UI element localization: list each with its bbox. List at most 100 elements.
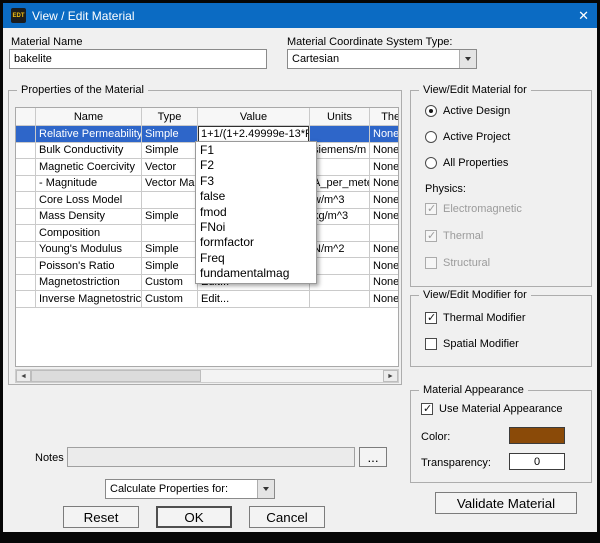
scrollbar-track[interactable] [201, 370, 383, 382]
property-name-cell[interactable]: Magnetic Coercivity [36, 159, 142, 176]
property-name-cell[interactable]: Relative Permeability [36, 126, 142, 143]
header-thermal[interactable]: Ther [370, 108, 398, 126]
row-selector[interactable] [16, 159, 36, 176]
notes-browse-button[interactable]: ... [359, 447, 387, 467]
property-value-cell[interactable]: Edit... [198, 291, 310, 308]
chevron-down-icon[interactable] [257, 480, 274, 498]
row-selector[interactable] [16, 274, 36, 291]
property-thermal-cell[interactable]: None [370, 258, 398, 275]
property-units-cell[interactable]: siemens/m [310, 142, 370, 159]
property-units-cell[interactable]: kg/m^3 [310, 208, 370, 225]
material-name-label: Material Name [11, 36, 83, 48]
checkbox-icon [425, 229, 437, 242]
property-name-cell[interactable]: Bulk Conductivity [36, 142, 142, 159]
coordinate-system-value: Cartesian [292, 53, 340, 65]
property-units-cell[interactable] [310, 126, 370, 143]
autocomplete-item[interactable]: F1 [196, 143, 316, 158]
autocomplete-item[interactable]: false [196, 189, 316, 204]
property-name-cell[interactable]: Composition [36, 225, 142, 242]
row-selector[interactable] [16, 126, 36, 143]
checkbox-use-material-appearance[interactable]: Use Material Appearance [421, 402, 563, 415]
color-swatch-button[interactable] [509, 427, 565, 444]
property-type-cell[interactable]: Simple [142, 258, 198, 275]
property-type-cell[interactable]: Custom [142, 274, 198, 291]
autocomplete-item[interactable]: Freq [196, 251, 316, 266]
property-type-cell[interactable]: Vector Mag [142, 175, 198, 192]
value-edit-input[interactable]: 1+1/(1+2.49999e-13*F [198, 126, 309, 142]
checkbox-thermal-modifier[interactable]: Thermal Modifier [425, 311, 526, 324]
property-units-cell[interactable] [310, 159, 370, 176]
property-units-cell[interactable] [310, 274, 370, 291]
horizontal-scrollbar[interactable]: ◄ ► [15, 369, 399, 383]
radio-active-design[interactable]: Active Design [425, 105, 510, 117]
property-thermal-cell[interactable]: None [370, 242, 398, 258]
calculate-properties-select[interactable]: Calculate Properties for: [105, 479, 275, 499]
checkbox-spatial-modifier[interactable]: Spatial Modifier [425, 338, 519, 350]
ok-button[interactable]: OK [156, 506, 232, 528]
property-units-cell[interactable] [310, 258, 370, 275]
property-thermal-cell[interactable]: None [370, 143, 398, 159]
row-selector[interactable] [16, 175, 36, 192]
property-type-cell[interactable]: Simple [142, 126, 198, 143]
validate-material-button[interactable]: Validate Material [435, 492, 577, 514]
coordinate-system-select[interactable]: Cartesian [287, 49, 477, 69]
property-type-cell[interactable]: Simple [142, 142, 198, 159]
row-selector[interactable] [16, 258, 36, 275]
autocomplete-item[interactable]: F2 [196, 158, 316, 173]
scroll-left-icon[interactable]: ◄ [16, 370, 31, 382]
radio-all-properties[interactable]: All Properties [425, 157, 508, 169]
property-thermal-cell[interactable]: None [370, 275, 398, 291]
header-type[interactable]: Type [142, 108, 198, 126]
property-type-cell[interactable]: Vector [142, 159, 198, 176]
autocomplete-item[interactable]: fmod [196, 205, 316, 220]
row-selector[interactable] [16, 192, 36, 209]
property-type-cell[interactable] [142, 192, 198, 209]
properties-group-title: Properties of the Material [17, 84, 148, 96]
header-value[interactable]: Value [198, 108, 310, 126]
property-type-cell[interactable]: Simple [142, 208, 198, 225]
radio-active-project[interactable]: Active Project [425, 131, 510, 143]
property-units-cell[interactable]: A_per_meter [310, 175, 370, 192]
close-icon[interactable]: ✕ [559, 8, 589, 24]
scrollbar-thumb[interactable] [31, 370, 201, 382]
property-units-cell[interactable]: N/m^2 [310, 241, 370, 258]
cancel-button[interactable]: Cancel [249, 506, 325, 528]
property-thermal-cell[interactable]: None [370, 192, 398, 209]
row-selector[interactable] [16, 142, 36, 159]
property-type-cell[interactable] [142, 225, 198, 242]
chevron-down-icon[interactable] [459, 50, 476, 68]
property-type-cell[interactable]: Simple [142, 241, 198, 258]
property-type-cell[interactable]: Custom [142, 291, 198, 308]
property-name-cell[interactable]: - Magnitude [36, 175, 142, 192]
autocomplete-item[interactable]: fundamentalmag [196, 266, 316, 281]
reset-button[interactable]: Reset [63, 506, 139, 528]
row-selector[interactable] [16, 291, 36, 308]
property-thermal-cell[interactable]: None [370, 126, 398, 143]
property-thermal-cell[interactable]: None [370, 159, 398, 176]
notes-input[interactable] [67, 447, 355, 467]
property-thermal-cell[interactable]: None [370, 291, 398, 308]
autocomplete-item[interactable]: FNoi [196, 220, 316, 235]
transparency-button[interactable]: 0 [509, 453, 565, 470]
property-thermal-cell[interactable]: None [370, 209, 398, 225]
material-name-input[interactable]: bakelite [9, 49, 267, 69]
property-units-cell[interactable] [310, 291, 370, 308]
autocomplete-item[interactable]: formfactor [196, 235, 316, 250]
property-thermal-cell[interactable] [370, 225, 398, 242]
property-units-cell[interactable]: w/m^3 [310, 192, 370, 209]
row-selector[interactable] [16, 241, 36, 258]
property-thermal-cell[interactable]: None [370, 176, 398, 192]
property-name-cell[interactable]: Inverse Magnetostriction [36, 291, 142, 308]
header-name[interactable]: Name [36, 108, 142, 126]
property-units-cell[interactable] [310, 225, 370, 242]
row-selector[interactable] [16, 225, 36, 242]
header-units[interactable]: Units [310, 108, 370, 126]
row-selector[interactable] [16, 208, 36, 225]
property-name-cell[interactable]: Magnetostriction [36, 274, 142, 291]
autocomplete-item[interactable]: F3 [196, 174, 316, 189]
property-name-cell[interactable]: Young's Modulus [36, 241, 142, 258]
property-name-cell[interactable]: Poisson's Ratio [36, 258, 142, 275]
scroll-right-icon[interactable]: ► [383, 370, 398, 382]
property-name-cell[interactable]: Core Loss Model [36, 192, 142, 209]
property-name-cell[interactable]: Mass Density [36, 208, 142, 225]
